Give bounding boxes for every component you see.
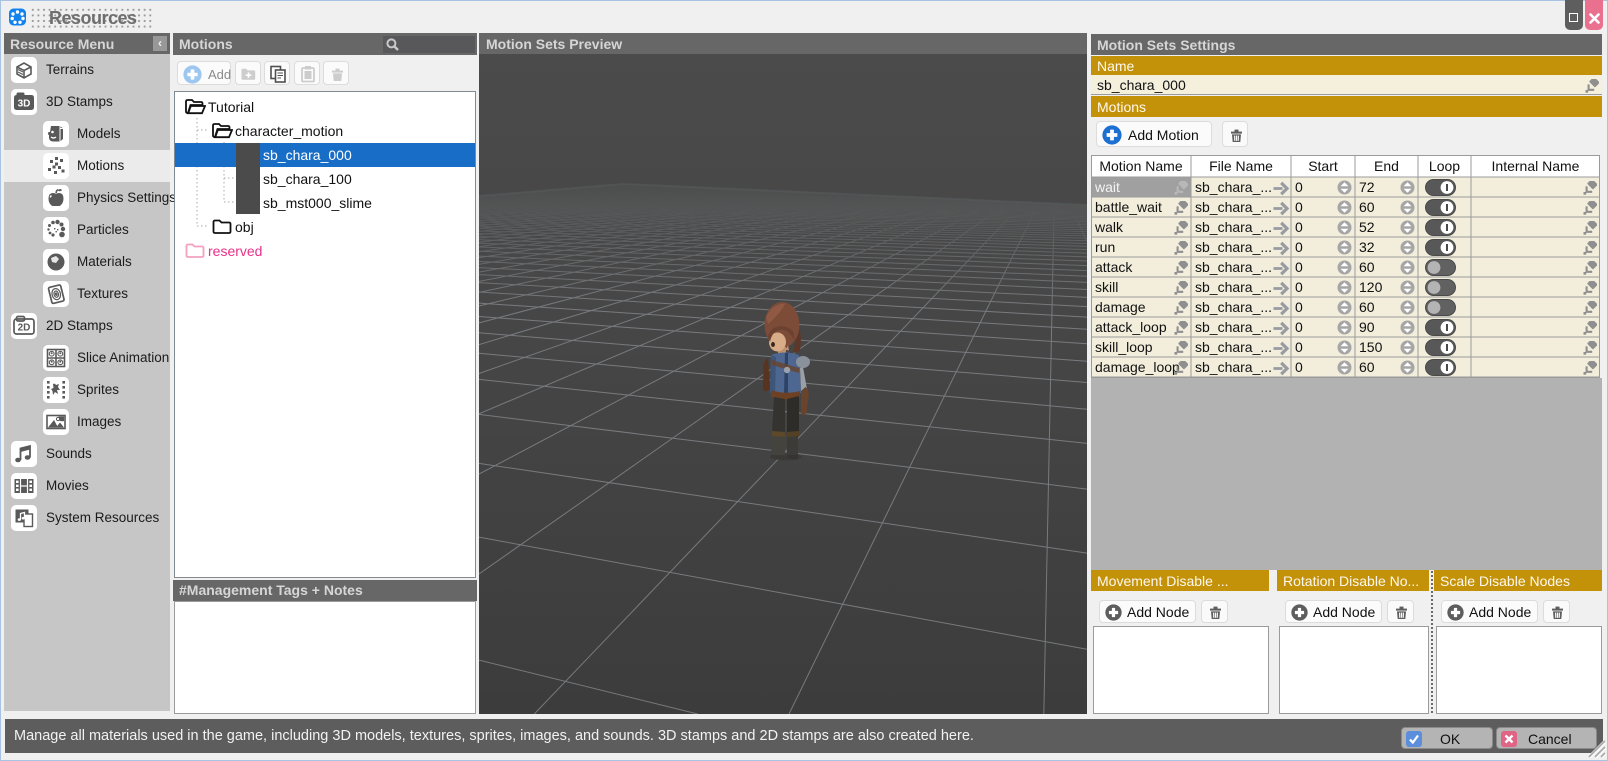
svg-text:2D: 2D [18, 323, 31, 334]
svg-text:3D: 3D [18, 99, 31, 110]
